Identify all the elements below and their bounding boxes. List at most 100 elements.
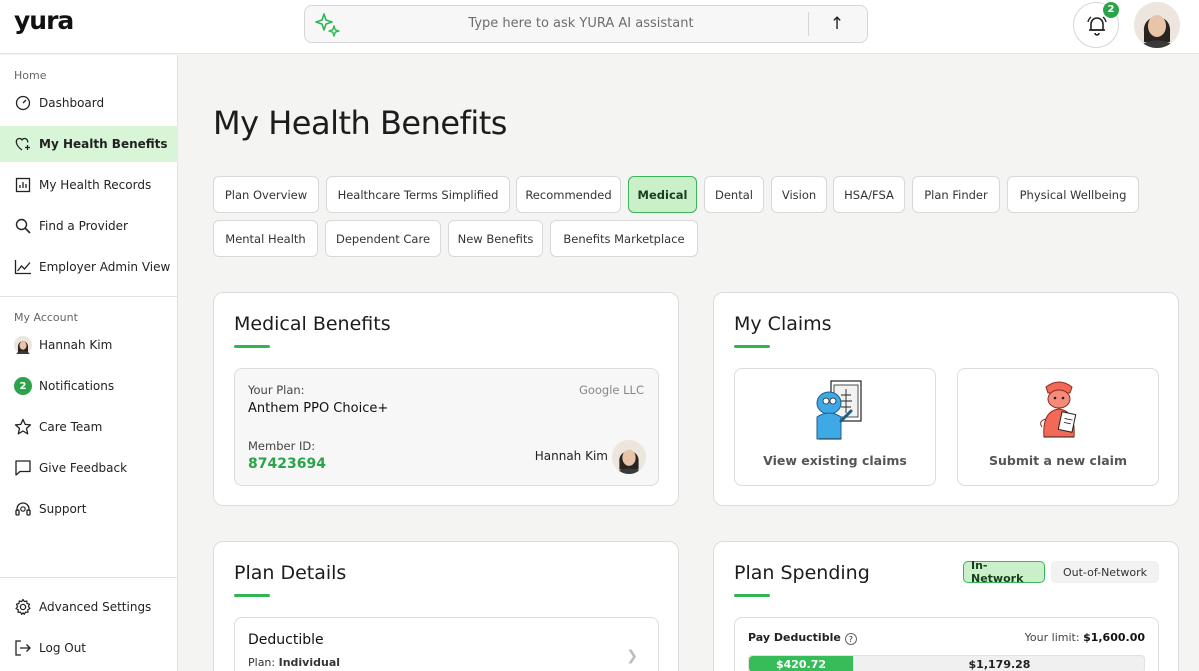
bar-chart-icon — [14, 176, 32, 194]
sidebar-item-label: Notifications — [39, 379, 115, 393]
sidebar-item-profile[interactable]: Hannah Kim — [0, 327, 178, 363]
heart-plus-icon — [14, 135, 32, 153]
star-icon — [14, 418, 32, 436]
headset-icon — [14, 500, 32, 518]
nurse-clipboard-illustration-icon — [1040, 381, 1077, 438]
employer-name: Google LLC — [578, 383, 644, 397]
deductible-row[interactable]: Deductible Plan: Individual ❯ — [234, 617, 659, 671]
view-existing-claims-button[interactable]: View existing claims — [734, 368, 936, 486]
plan-details-card: Plan Details Deductible Plan: Individual… — [213, 541, 679, 671]
yura-logo[interactable]: yura — [14, 6, 74, 35]
tab-new-benefits[interactable]: New Benefits — [448, 220, 543, 257]
member-id-value: 87423694 — [248, 456, 326, 472]
my-claims-card: My Claims View existing claims Submit a … — [713, 292, 1179, 506]
limit-value: $1,600.00 — [1083, 631, 1145, 644]
member-name: Hannah Kim — [534, 449, 608, 463]
tab-mental-health[interactable]: Mental Health — [213, 220, 318, 257]
ai-bar-divider — [808, 12, 809, 36]
ai-assistant-input[interactable]: Type here to ask YURA AI assistant — [355, 6, 807, 42]
tab-plan-finder[interactable]: Plan Finder — [912, 176, 1000, 213]
sidebar-item-dashboard[interactable]: Dashboard — [0, 85, 178, 121]
gear-icon — [14, 598, 32, 616]
sidebar-divider — [0, 296, 178, 297]
submit-new-claim-label: Submit a new claim — [989, 453, 1127, 468]
tab-hsa-fsa[interactable]: HSA/FSA — [833, 176, 905, 213]
pay-deductible-panel: Pay Deductible? Your limit: $1,600.00 $4… — [734, 617, 1159, 671]
deductible-used-amount: $420.72 — [775, 658, 827, 671]
title-accent-bar — [234, 345, 270, 348]
sidebar-item-label: Employer Admin View — [39, 260, 171, 274]
sidebar-item-support[interactable]: Support — [0, 491, 178, 527]
sidebar-item-label: Log Out — [39, 641, 87, 655]
search-icon — [14, 217, 32, 235]
plan-details-title: Plan Details — [234, 562, 347, 584]
deductible-progress-bar: $420.72 $1,179.28 — [748, 655, 1145, 671]
dashboard-gauge-icon — [14, 94, 32, 112]
sidebar-item-label: Find a Provider — [39, 219, 128, 233]
tab-recommended[interactable]: Recommended — [516, 176, 621, 213]
help-icon[interactable]: ? — [844, 633, 857, 645]
sidebar-item-label: My Health Benefits — [39, 137, 168, 151]
view-existing-claims-label: View existing claims — [763, 453, 907, 468]
sidebar-section-home: Home — [14, 69, 47, 82]
tab-benefits-marketplace[interactable]: Benefits Marketplace — [550, 220, 698, 257]
logout-icon — [14, 639, 32, 657]
sidebar-item-care-team[interactable]: Care Team — [0, 409, 178, 445]
plan-prefix: Plan: — [248, 656, 276, 669]
sidebar-item-label: Care Team — [39, 420, 103, 434]
out-of-network-toggle[interactable]: Out-of-Network — [1051, 561, 1159, 583]
plan-spending-title: Plan Spending — [734, 562, 870, 584]
tab-medical[interactable]: Medical — [628, 176, 697, 213]
bell-icon — [1087, 16, 1107, 36]
deductible-remaining-amount: $1,179.28 — [968, 658, 1031, 671]
sidebar-divider — [0, 577, 178, 578]
sidebar-item-advanced-settings[interactable]: Advanced Settings — [0, 589, 178, 625]
sidebar-item-notifications[interactable]: 2 Notifications — [0, 368, 178, 404]
tab-physical-wellbeing[interactable]: Physical Wellbeing — [1007, 176, 1139, 213]
plan-spending-card: Plan Spending In-Network Out-of-Network … — [713, 541, 1179, 671]
ai-assistant-bar[interactable]: Type here to ask YURA AI assistant ↑ — [304, 5, 868, 43]
medical-benefits-card: Medical Benefits Your Plan: Anthem PPO C… — [213, 292, 679, 506]
sidebar-item-my-health-records[interactable]: My Health Records — [0, 167, 178, 203]
tab-healthcare-terms-simplified[interactable]: Healthcare Terms Simplified — [326, 176, 510, 213]
sidebar: Home Dashboard My Health Benefits My Hea… — [0, 55, 178, 671]
notification-count-badge: 2 — [1103, 2, 1119, 18]
user-avatar[interactable] — [1134, 2, 1180, 48]
plan-name: Anthem PPO Choice+ — [248, 401, 389, 416]
tab-vision[interactable]: Vision — [771, 176, 827, 213]
in-network-toggle[interactable]: In-Network — [963, 559, 1045, 585]
member-avatar — [612, 440, 646, 474]
my-claims-title: My Claims — [734, 313, 832, 335]
submit-new-claim-button[interactable]: Submit a new claim — [957, 368, 1159, 486]
page-title: My Health Benefits — [213, 104, 507, 142]
sidebar-item-label: Advanced Settings — [39, 600, 152, 614]
title-accent-bar — [734, 345, 770, 348]
chevron-right-icon: ❯ — [626, 648, 638, 664]
tab-dependent-care[interactable]: Dependent Care — [325, 220, 441, 257]
sidebar-item-log-out[interactable]: Log Out — [0, 630, 178, 666]
line-chart-icon — [14, 258, 32, 276]
tab-plan-overview[interactable]: Plan Overview — [213, 176, 319, 213]
deductible-title: Deductible — [248, 632, 324, 648]
sidebar-item-label: Support — [39, 502, 87, 516]
arrow-up-icon[interactable]: ↑ — [825, 12, 849, 36]
pay-deductible-text: Pay Deductible — [748, 631, 841, 644]
title-accent-bar — [734, 594, 770, 597]
sidebar-item-my-health-benefits[interactable]: My Health Benefits — [0, 126, 178, 162]
member-id-label: Member ID: — [248, 439, 316, 453]
sidebar-item-employer-admin-view[interactable]: Employer Admin View — [0, 249, 178, 285]
title-accent-bar — [234, 594, 270, 597]
tab-dental[interactable]: Dental — [704, 176, 764, 213]
top-bar: yura Type here to ask YURA AI assistant … — [0, 0, 1199, 54]
sidebar-item-label: My Health Records — [39, 178, 152, 192]
deductible-plan-type: Plan: Individual — [248, 656, 340, 669]
sparkle-icon — [315, 13, 340, 37]
chat-icon — [14, 459, 32, 477]
your-plan-label: Your Plan: — [248, 383, 305, 397]
sidebar-item-find-a-provider[interactable]: Find a Provider — [0, 208, 178, 244]
sidebar-item-label: Give Feedback — [39, 461, 128, 475]
sidebar-item-label: Dashboard — [39, 96, 105, 110]
sidebar-item-give-feedback[interactable]: Give Feedback — [0, 450, 178, 486]
avatar — [14, 336, 32, 354]
deductible-limit: Your limit: $1,600.00 — [1025, 631, 1145, 644]
